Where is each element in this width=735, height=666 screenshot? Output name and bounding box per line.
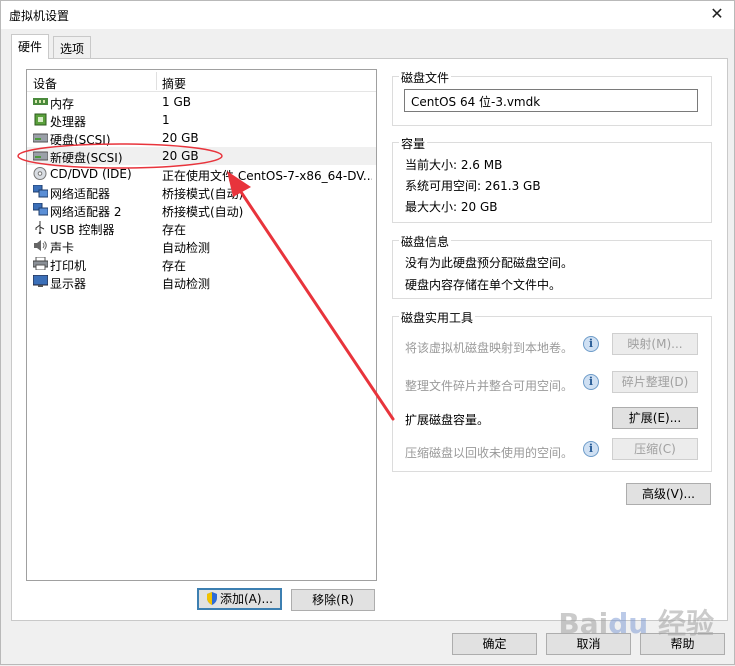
device-summary: 存在	[162, 223, 187, 237]
printer-icon	[32, 256, 49, 271]
device-summary: 正在使用文件 CentOS-7-x86_64-DV...	[162, 169, 372, 183]
device-row[interactable]: 内存 1 GB	[27, 93, 376, 111]
disk-file-group: 磁盘文件 CentOS 64 位-3.vmdk	[392, 69, 712, 126]
device-list-header: 设备 摘要	[27, 70, 376, 92]
device-name: 内存	[50, 97, 75, 111]
processor-icon	[33, 113, 48, 126]
device-row[interactable]: 硬盘(SCSI) 20 GB	[27, 129, 376, 147]
info-icon: i	[583, 374, 599, 390]
memory-icon	[33, 95, 48, 108]
device-row[interactable]: 网络适配器 桥接模式(自动)	[27, 183, 376, 201]
column-device[interactable]: 设备	[33, 75, 57, 92]
settings-window: 虚拟机设置 ✕ 硬件 选项 设备 摘要 内存 1 GB 处理器 1 硬盘(SCSI) 20…	[0, 0, 735, 665]
disk-file-title: 磁盘文件	[399, 69, 452, 86]
device-row[interactable]: 处理器 1	[27, 111, 376, 129]
capacity-group: 容量 当前大小: 2.6 MB 系统可用空间: 261.3 GB 最大大小: 2…	[392, 135, 712, 223]
network-adapter-icon	[32, 184, 49, 198]
baidu-watermark: Baidu 经验	[558, 607, 714, 640]
usb-icon	[33, 221, 48, 235]
display-icon	[32, 274, 49, 288]
device-list[interactable]: 设备 摘要 内存 1 GB 处理器 1 硬盘(SCSI) 20 GB 新硬盘(SCSI) 20…	[26, 69, 377, 581]
device-summary: 桥接模式(自动)	[162, 205, 244, 219]
device-summary: 1	[162, 113, 170, 127]
hardware-panel: 设备 摘要 内存 1 GB 处理器 1 硬盘(SCSI) 20 GB 新硬盘(SCSI) 20…	[11, 58, 728, 621]
close-icon[interactable]: ✕	[706, 3, 728, 25]
current-size: 当前大小: 2.6 MB	[405, 158, 503, 172]
device-name: 硬盘(SCSI)	[50, 133, 111, 147]
hard-disk-icon	[32, 131, 49, 144]
capacity-title: 容量	[399, 135, 428, 152]
remove-button[interactable]: 移除(R)	[291, 589, 375, 611]
map-description: 将该虚拟机磁盘映射到本地卷。	[405, 341, 574, 355]
expand-button-label: 扩展(E)...	[628, 411, 682, 425]
device-name: 声卡	[50, 241, 75, 255]
tab-options-label: 选项	[60, 42, 85, 56]
remove-button-label: 移除(R)	[312, 593, 354, 607]
advanced-button[interactable]: 高级(V)...	[626, 483, 711, 505]
device-summary: 1 GB	[162, 95, 191, 109]
info-icon: i	[583, 441, 599, 457]
ok-button[interactable]: 确定	[452, 633, 537, 655]
device-summary: 存在	[162, 259, 187, 273]
available-space: 系统可用空间: 261.3 GB	[405, 179, 541, 193]
device-name: 网络适配器	[50, 187, 111, 201]
expand-description: 扩展磁盘容量。	[405, 413, 490, 427]
disk-info-line1: 没有为此硬盘预分配磁盘空间。	[405, 256, 574, 270]
device-name: 网络适配器 2	[50, 205, 122, 219]
device-row[interactable]: 新硬盘(SCSI) 20 GB	[27, 147, 376, 165]
device-row[interactable]: 声卡 自动检测	[27, 237, 376, 255]
disk-file-field[interactable]: CentOS 64 位-3.vmdk	[404, 89, 698, 112]
device-name: USB 控制器	[50, 223, 115, 237]
tab-hardware-label: 硬件	[18, 40, 43, 54]
info-icon: i	[583, 336, 599, 352]
device-name: CD/DVD (IDE)	[50, 167, 132, 181]
title-bar: 虚拟机设置 ✕	[1, 1, 734, 29]
device-summary: 20 GB	[162, 131, 199, 145]
hard-disk-icon	[32, 149, 49, 162]
column-summary[interactable]: 摘要	[162, 75, 186, 92]
compact-button-label: 压缩(C)	[634, 442, 676, 456]
add-button[interactable]: 添加(A)...	[197, 588, 282, 610]
map-button-label: 映射(M)...	[627, 337, 683, 351]
column-separator[interactable]	[156, 72, 157, 90]
advanced-button-label: 高级(V)...	[641, 487, 696, 501]
device-row[interactable]: 打印机 存在	[27, 255, 376, 273]
add-button-label: 添加(A)...	[219, 592, 274, 606]
uac-shield-icon	[206, 592, 218, 605]
device-name: 新硬盘(SCSI)	[50, 151, 123, 165]
ok-button-label: 确定	[482, 637, 507, 651]
window-title: 虚拟机设置	[9, 9, 70, 23]
tab-options[interactable]: 选项	[53, 36, 92, 58]
device-row[interactable]: 网络适配器 2 桥接模式(自动)	[27, 201, 376, 219]
compact-description: 压缩磁盘以回收未使用的空间。	[405, 446, 574, 460]
disk-utilities-title: 磁盘实用工具	[399, 309, 476, 326]
defrag-description: 整理文件碎片并整合可用空间。	[405, 379, 574, 393]
disk-info-line2: 硬盘内容存储在单个文件中。	[405, 278, 562, 292]
device-name: 显示器	[50, 277, 87, 291]
compact-button[interactable]: 压缩(C)	[612, 438, 698, 460]
disk-utilities-group: 磁盘实用工具 将该虚拟机磁盘映射到本地卷。 i 映射(M)... 整理文件碎片并…	[392, 309, 712, 472]
disk-info-title: 磁盘信息	[399, 233, 452, 250]
device-row[interactable]: 显示器 自动检测	[27, 273, 376, 291]
sound-card-icon	[33, 239, 48, 252]
disk-info-group: 磁盘信息 没有为此硬盘预分配磁盘空间。 硬盘内容存储在单个文件中。	[392, 233, 712, 299]
defrag-button-label: 碎片整理(D)	[621, 375, 689, 389]
device-summary: 桥接模式(自动)	[162, 187, 244, 201]
cd-dvd-icon	[33, 167, 48, 180]
device-row[interactable]: USB 控制器 存在	[27, 219, 376, 237]
device-summary: 自动检测	[162, 241, 211, 255]
device-summary: 20 GB	[162, 149, 199, 163]
tab-hardware[interactable]: 硬件	[11, 34, 50, 59]
device-name: 处理器	[50, 115, 87, 129]
expand-button[interactable]: 扩展(E)...	[612, 407, 698, 429]
device-summary: 自动检测	[162, 277, 211, 291]
max-size: 最大大小: 20 GB	[405, 200, 498, 214]
network-adapter-icon	[32, 202, 49, 216]
device-name: 打印机	[50, 259, 87, 273]
defrag-button[interactable]: 碎片整理(D)	[612, 371, 698, 393]
map-button[interactable]: 映射(M)...	[612, 333, 698, 355]
device-row[interactable]: CD/DVD (IDE) 正在使用文件 CentOS-7-x86_64-DV...	[27, 165, 376, 183]
